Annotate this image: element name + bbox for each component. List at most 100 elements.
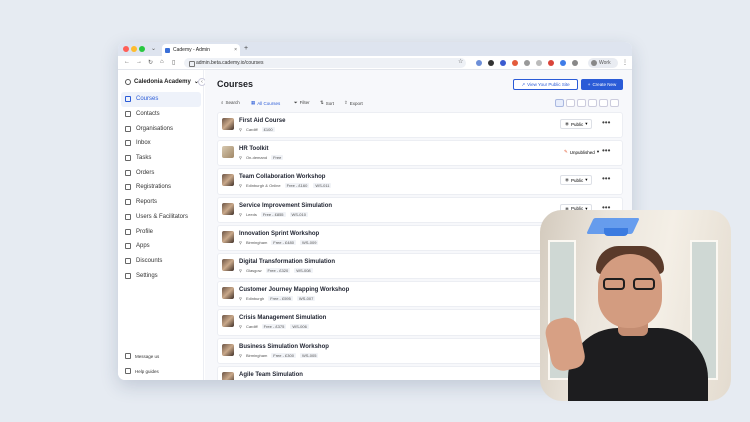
course-title[interactable]: Team Collaboration Workshop bbox=[239, 174, 325, 180]
course-title[interactable]: Service Improvement Simulation bbox=[239, 203, 332, 209]
course-row[interactable]: First Aid Course ⚲ Cardiff £100 ◉ Public ▾ ••• bbox=[217, 112, 623, 139]
status-dropdown[interactable]: ◉ Public ▾ bbox=[560, 119, 593, 129]
course-tag: WS-008 bbox=[294, 267, 313, 273]
settings-view-button[interactable] bbox=[610, 99, 619, 107]
extension-icon[interactable] bbox=[536, 60, 542, 66]
external-link-icon: ↗ bbox=[521, 81, 526, 87]
close-window-button[interactable] bbox=[123, 46, 129, 52]
orders-icon bbox=[125, 169, 131, 176]
sidebar-item-discounts[interactable]: Discounts bbox=[121, 254, 201, 269]
course-location: Cardiff bbox=[245, 324, 258, 330]
sidebar-item-reports[interactable]: Reports bbox=[121, 195, 201, 210]
course-meta: ⚲ On-demand Free bbox=[239, 155, 284, 161]
extension-icon[interactable] bbox=[500, 60, 506, 66]
url-text: admin.beta.cademy.io/courses bbox=[196, 60, 264, 66]
sidebar-item-profile[interactable]: Profile bbox=[121, 224, 201, 239]
profile-button[interactable]: Work bbox=[588, 58, 618, 68]
course-row[interactable]: HR Toolkit ⚲ On-demand Free ✎ Unpublished ▾ ••• bbox=[217, 140, 623, 167]
extension-icon[interactable] bbox=[512, 60, 518, 66]
url-field[interactable]: admin.beta.cademy.io/courses bbox=[184, 58, 466, 68]
sidebar-item-registrations[interactable]: Registrations bbox=[121, 180, 201, 195]
extension-icon[interactable] bbox=[488, 60, 494, 66]
sidebar-item-courses[interactable]: Courses bbox=[121, 92, 201, 107]
sidebar-item-label: Discounts bbox=[136, 257, 163, 264]
filter-label: Filter bbox=[299, 100, 310, 105]
course-title[interactable]: First Aid Course bbox=[239, 118, 285, 124]
sidebar-item-organisations[interactable]: Organisations bbox=[121, 121, 201, 136]
course-tag: WS-007 bbox=[296, 296, 316, 302]
org-logo-icon bbox=[125, 78, 131, 85]
browser-tab[interactable]: Cademy - Admin × bbox=[162, 44, 240, 56]
course-meta: ⚲ Edinburgh Free - £595 WS-007 bbox=[239, 296, 316, 302]
help-guides-link[interactable]: Help guides bbox=[125, 368, 159, 374]
more-options-icon[interactable]: ••• bbox=[602, 175, 610, 183]
export-icon: ⇪ bbox=[344, 100, 348, 105]
status-dropdown[interactable]: ✎ Unpublished ▾ bbox=[560, 147, 603, 157]
course-thumbnail bbox=[222, 146, 234, 159]
course-title[interactable]: Agile Team Simulation bbox=[239, 372, 303, 378]
sidebar-item-orders[interactable]: Orders bbox=[121, 165, 201, 180]
unpublished-icon: ✎ bbox=[564, 149, 568, 155]
tab-list-chevron-icon[interactable]: ⌄ bbox=[151, 45, 156, 52]
card-view-button[interactable] bbox=[566, 99, 575, 107]
extension-icon[interactable] bbox=[524, 60, 530, 66]
back-icon[interactable]: ← bbox=[124, 59, 130, 65]
sidebar-item-settings[interactable]: Settings bbox=[121, 268, 201, 283]
more-options-icon[interactable]: ••• bbox=[602, 147, 610, 155]
filter-button[interactable]: ⏷ Filter bbox=[294, 100, 310, 105]
maximize-window-button[interactable] bbox=[139, 46, 145, 52]
minimize-window-button[interactable] bbox=[131, 46, 137, 52]
extensions-puzzle-icon[interactable] bbox=[572, 60, 578, 66]
org-switcher[interactable]: Caledonia Academy ⌄ bbox=[125, 78, 199, 85]
close-tab-icon[interactable]: × bbox=[234, 47, 237, 53]
sort-button[interactable]: ⇅ Sort bbox=[320, 100, 334, 106]
create-new-button[interactable]: + Create New bbox=[581, 79, 623, 90]
course-thumbnail bbox=[222, 230, 234, 243]
calendar-view-button[interactable] bbox=[577, 99, 586, 107]
sidebar-toggle-icon[interactable]: ▯ bbox=[172, 59, 175, 66]
status-label: Public bbox=[570, 177, 584, 183]
browser-menu-icon[interactable]: ⋮ bbox=[622, 59, 628, 66]
list-view-button[interactable] bbox=[555, 99, 564, 107]
sidebar-item-users-facilitators[interactable]: Users & Facilitators bbox=[121, 210, 201, 225]
extension-icon[interactable] bbox=[548, 60, 554, 66]
course-title[interactable]: Innovation Sprint Workshop bbox=[239, 231, 319, 237]
search-label: Search bbox=[225, 100, 240, 105]
home-icon[interactable]: ⌂ bbox=[160, 59, 164, 65]
sidebar-item-apps[interactable]: Apps bbox=[121, 239, 201, 254]
sidebar-item-inbox[interactable]: Inbox bbox=[121, 136, 201, 151]
course-tag: Free - £160 bbox=[284, 183, 310, 189]
sidebar-item-label: Inbox bbox=[136, 140, 151, 147]
tab-title: Cademy - Admin bbox=[173, 47, 210, 53]
course-row[interactable]: Team Collaboration Workshop ⚲ Edinburgh & … bbox=[217, 168, 623, 195]
course-title[interactable]: HR Toolkit bbox=[239, 146, 269, 152]
more-options-icon[interactable]: ••• bbox=[602, 119, 610, 127]
location-pin-icon: ⚲ bbox=[239, 267, 242, 273]
sidebar-item-tasks[interactable]: Tasks bbox=[121, 151, 201, 166]
sidebar-item-label: Apps bbox=[136, 243, 150, 250]
week-view-button[interactable] bbox=[599, 99, 608, 107]
table-view-button[interactable] bbox=[588, 99, 597, 107]
reload-icon[interactable]: ↻ bbox=[148, 59, 153, 66]
course-tag: WS-010 bbox=[289, 211, 308, 217]
search-button[interactable]: ⌕ Search bbox=[221, 100, 240, 105]
chevron-down-icon: ▾ bbox=[585, 121, 588, 126]
all-courses-label: All Courses bbox=[257, 100, 281, 106]
extension-icon[interactable] bbox=[476, 60, 482, 66]
new-tab-button[interactable]: + bbox=[244, 45, 248, 52]
message-us-link[interactable]: Message us bbox=[125, 353, 159, 359]
forward-icon[interactable]: → bbox=[136, 59, 142, 65]
sidebar-item-contacts[interactable]: Contacts bbox=[121, 107, 201, 122]
course-title[interactable]: Digital Transformation Simulation bbox=[239, 259, 335, 265]
course-title[interactable]: Crisis Management Simulation bbox=[239, 315, 326, 321]
course-title[interactable]: Customer Journey Mapping Workshop bbox=[239, 287, 349, 293]
search-icon: ⌕ bbox=[221, 100, 224, 105]
status-dropdown[interactable]: ◉ Public ▾ bbox=[560, 175, 593, 186]
course-meta: ⚲ Cardiff Free - £375 WS-006 bbox=[239, 324, 309, 330]
view-public-site-button[interactable]: ↗ View Your Public Site bbox=[513, 79, 578, 90]
bookmark-star-icon[interactable]: ☆ bbox=[458, 58, 463, 65]
course-title[interactable]: Business Simulation Workshop bbox=[239, 344, 329, 350]
extension-icon[interactable] bbox=[560, 60, 566, 66]
export-button[interactable]: ⇪ Export bbox=[344, 100, 363, 106]
all-courses-view[interactable]: ▦ All Courses bbox=[251, 100, 280, 106]
